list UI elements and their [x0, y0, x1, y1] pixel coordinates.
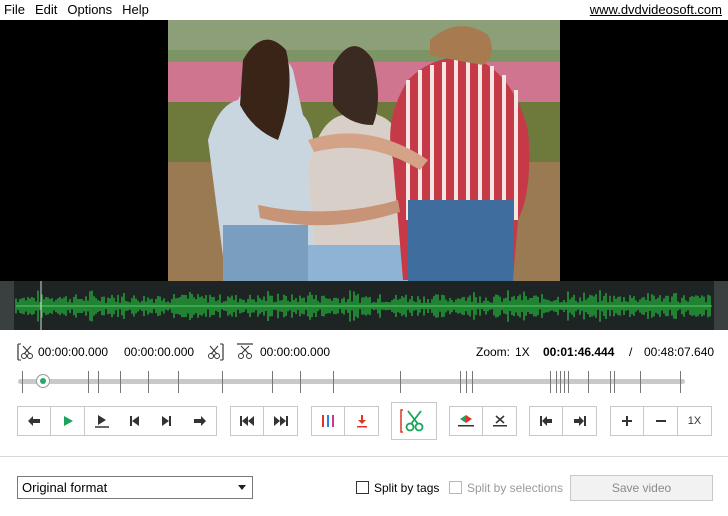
step-back-button[interactable]: [17, 406, 51, 436]
add-tags-button[interactable]: [311, 406, 345, 436]
split-by-tags-checkbox[interactable]: [356, 481, 369, 494]
selection-start-time: 00:00:00.000: [38, 345, 109, 359]
arrow-left-icon: [28, 416, 40, 426]
audio-waveform[interactable]: [0, 281, 728, 330]
current-time: 00:01:46.444: [543, 345, 615, 359]
menu-file[interactable]: File: [0, 0, 30, 20]
zoom-reset-button[interactable]: 1X: [678, 406, 712, 436]
menu-bar: File Edit Options Help www.dvdvideosoft.…: [0, 0, 728, 20]
tag-marker[interactable]: [400, 371, 401, 393]
tag-marker[interactable]: [120, 371, 121, 393]
play-to-end-icon: [94, 415, 109, 428]
menu-edit[interactable]: Edit: [30, 0, 62, 20]
time-separator: /: [629, 345, 633, 359]
selection-length-time: 00:00:00.000: [260, 345, 331, 359]
tag-marker[interactable]: [222, 371, 223, 393]
tag-marker[interactable]: [148, 371, 149, 393]
total-time: 00:48:07.640: [644, 345, 715, 359]
tag-markers-icon: [322, 415, 334, 427]
tag-marker[interactable]: [472, 371, 473, 393]
selection-end-icon[interactable]: [207, 343, 225, 364]
cut-button[interactable]: [391, 402, 437, 440]
playhead-knob[interactable]: [35, 374, 50, 388]
next-frame-button[interactable]: [150, 406, 184, 436]
chevron-down-icon: [238, 485, 246, 490]
split-by-tags-label[interactable]: Split by tags: [374, 481, 439, 495]
prev-frame-button[interactable]: [117, 406, 151, 436]
skip-back-icon: [129, 416, 139, 426]
arrow-to-start-icon: [540, 416, 552, 426]
tag-marker[interactable]: [680, 371, 681, 393]
remove-x-icon: [492, 415, 507, 427]
go-to-start-button[interactable]: [529, 406, 563, 436]
play-button[interactable]: [51, 406, 85, 436]
website-link[interactable]: www.dvdvideosoft.com: [590, 2, 722, 17]
tag-marker[interactable]: [614, 371, 615, 393]
menu-options[interactable]: Options: [62, 0, 117, 20]
split-button[interactable]: [449, 406, 483, 436]
zoom-label: Zoom:: [476, 345, 511, 359]
plus-icon: [622, 416, 632, 426]
insert-marker-button[interactable]: [345, 406, 379, 436]
tag-marker[interactable]: [98, 371, 99, 393]
video-preview: [0, 20, 728, 281]
prev-tag-button[interactable]: [230, 406, 264, 436]
delete-selection-button[interactable]: [483, 406, 517, 436]
tag-marker[interactable]: [178, 371, 179, 393]
video-frame-image: [168, 20, 560, 281]
output-format-select[interactable]: Original format: [17, 476, 253, 499]
skip-forward-icon: [161, 416, 171, 426]
output-format-value: Original format: [22, 480, 108, 495]
tag-marker[interactable]: [610, 371, 611, 393]
tag-marker[interactable]: [300, 371, 301, 393]
zoom-in-button[interactable]: [610, 406, 644, 436]
menu-help[interactable]: Help: [117, 0, 154, 20]
scissors-icon: [400, 409, 424, 433]
seek-track[interactable]: [18, 379, 685, 384]
split-icon: [458, 415, 474, 427]
time-info-row: 00:00:00.000 00:00:00.000 00:00:00.000 Z…: [0, 342, 728, 362]
waveform-graphic: [0, 281, 728, 330]
tag-marker[interactable]: [556, 371, 557, 393]
zoom-out-button[interactable]: [644, 406, 678, 436]
zoom-value: 1X: [515, 345, 530, 359]
play-selection-button[interactable]: [85, 406, 119, 436]
tag-marker[interactable]: [460, 371, 461, 393]
tag-marker[interactable]: [88, 371, 89, 393]
divider: [0, 456, 728, 457]
step-forward-button[interactable]: [183, 406, 217, 436]
tag-marker[interactable]: [560, 371, 561, 393]
arrow-to-end-icon: [573, 416, 586, 426]
zoom-reset-label: 1X: [687, 415, 702, 427]
arrow-right-icon: [193, 416, 206, 426]
download-arrow-icon: [356, 415, 367, 428]
forward-to-tag-icon: [273, 416, 288, 426]
app-window: File Edit Options Help www.dvdvideosoft.…: [0, 0, 728, 516]
next-tag-button[interactable]: [264, 406, 298, 436]
video-frame: [168, 20, 560, 281]
split-by-selections-checkbox[interactable]: [449, 481, 462, 494]
tag-marker[interactable]: [588, 371, 589, 393]
selection-length-icon: [236, 343, 254, 364]
tag-marker[interactable]: [333, 371, 334, 393]
tag-marker[interactable]: [568, 371, 569, 393]
tag-marker[interactable]: [466, 371, 467, 393]
split-by-selections-label[interactable]: Split by selections: [467, 481, 563, 495]
tag-marker[interactable]: [550, 371, 551, 393]
tag-marker[interactable]: [272, 371, 273, 393]
selection-start-icon[interactable]: [16, 343, 34, 364]
selection-end-time: 00:00:00.000: [124, 345, 195, 359]
rewind-to-tag-icon: [240, 416, 254, 426]
go-to-end-button[interactable]: [563, 406, 597, 436]
tag-marker[interactable]: [22, 371, 23, 393]
play-icon: [63, 416, 73, 426]
tag-marker[interactable]: [564, 371, 565, 393]
save-video-button[interactable]: Save video: [570, 475, 713, 501]
minus-icon: [655, 420, 666, 422]
tag-marker[interactable]: [640, 371, 641, 393]
